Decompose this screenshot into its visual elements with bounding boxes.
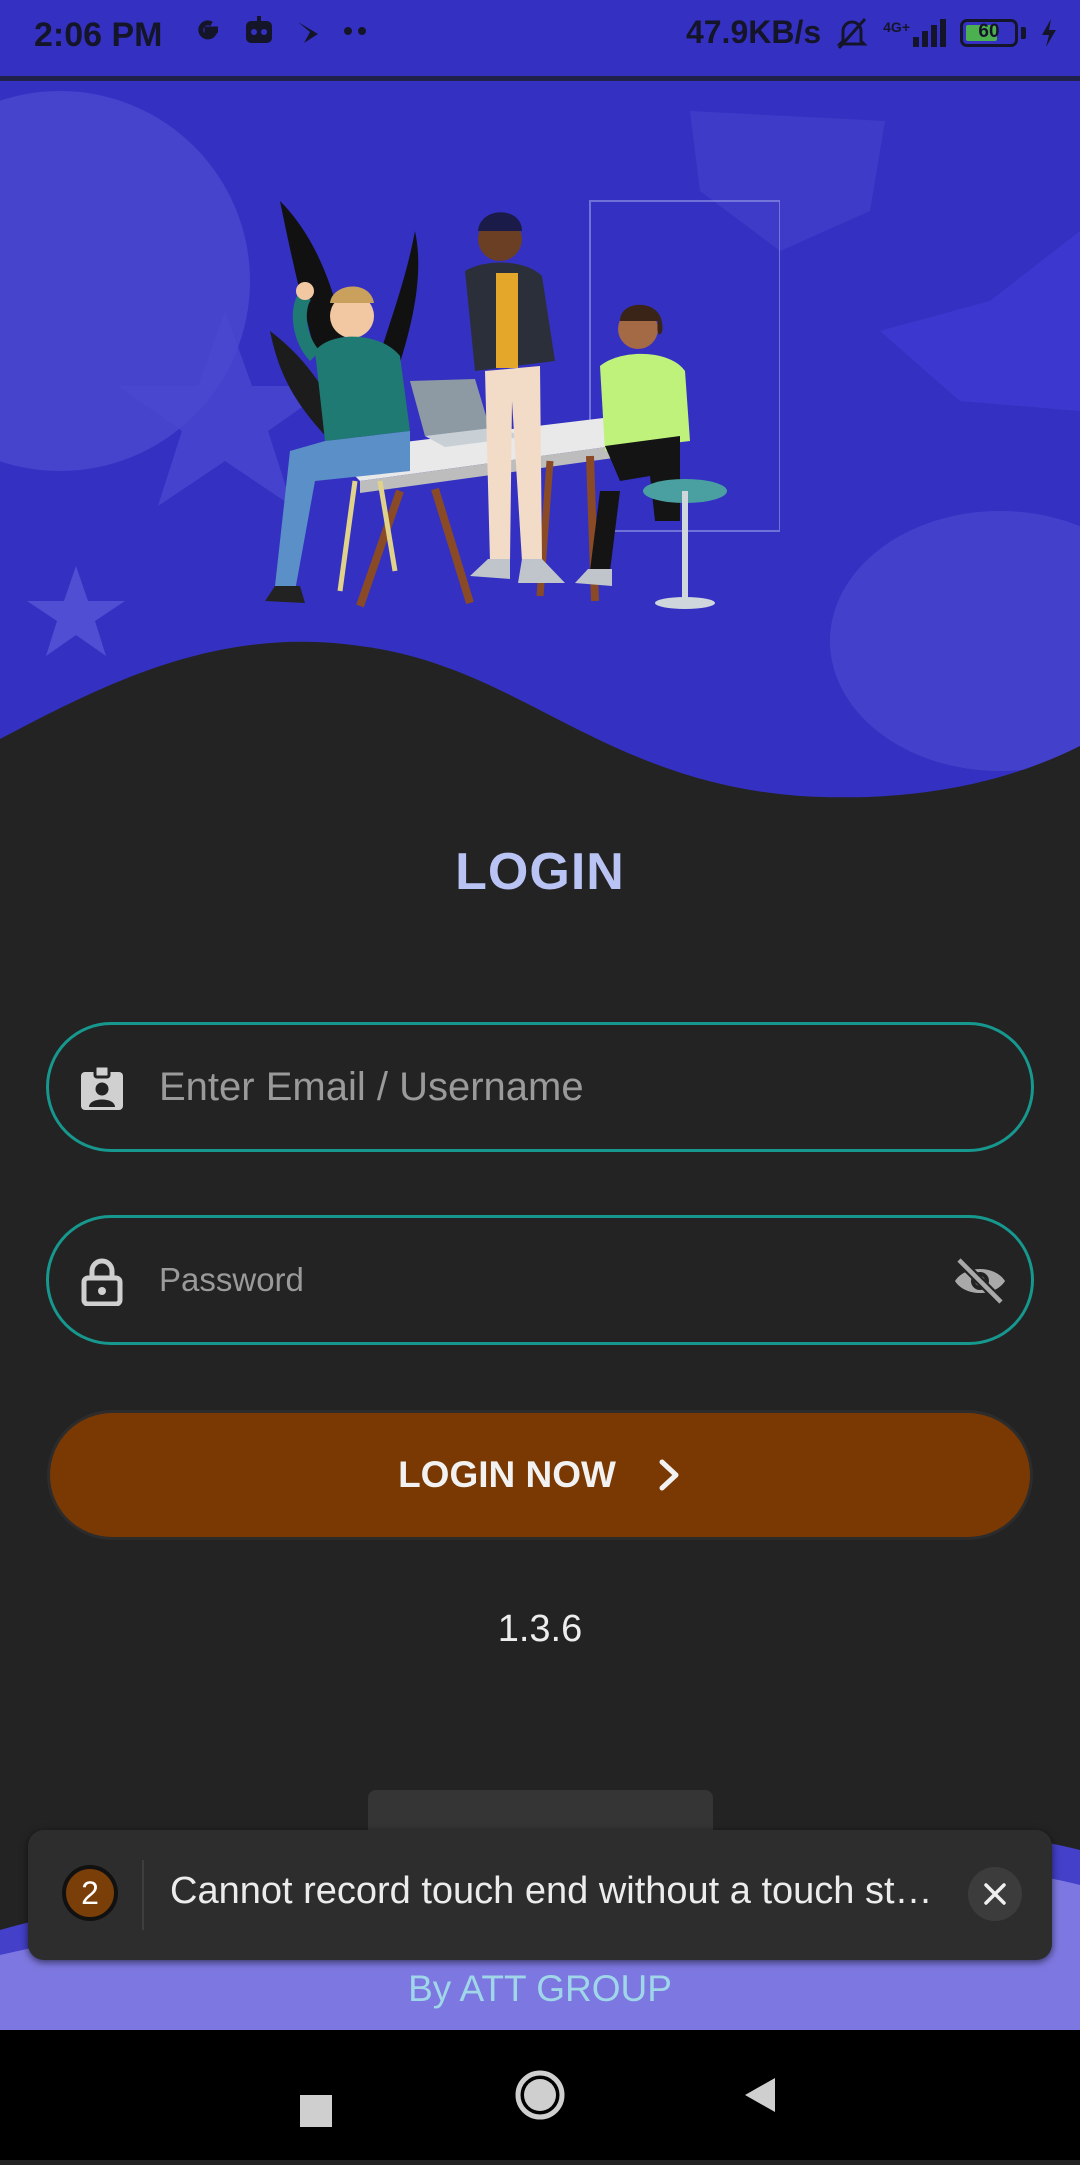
footer-credit: By ATT GROUP bbox=[408, 1968, 672, 2009]
toast-count-badge: 2 bbox=[62, 1865, 118, 1921]
google-icon bbox=[198, 20, 219, 40]
network-speed: 47.9KB/s bbox=[685, 14, 822, 50]
id-badge-icon bbox=[81, 1064, 123, 1110]
ai-assistant-icon bbox=[246, 16, 272, 43]
recents-button[interactable] bbox=[300, 2095, 332, 2127]
home-button[interactable] bbox=[515, 2070, 565, 2120]
hero-banner bbox=[0, 81, 1080, 821]
toast-close-button[interactable] bbox=[968, 1867, 1022, 1921]
status-bar: 2:06 PM 47.9KB/s 4G+ 60 bbox=[0, 0, 1080, 76]
error-toast[interactable]: 2 Cannot record touch end without a touc… bbox=[28, 1830, 1052, 1960]
bell-muted-icon bbox=[836, 17, 868, 49]
network-type: 4G+ bbox=[883, 18, 910, 35]
battery-icon: 60 bbox=[960, 18, 1018, 47]
email-input[interactable] bbox=[157, 1025, 991, 1149]
visibility-off-icon[interactable] bbox=[951, 1252, 1009, 1310]
password-input[interactable] bbox=[157, 1218, 921, 1342]
battery-level: 60 bbox=[978, 20, 1000, 42]
charging-icon bbox=[1042, 18, 1056, 47]
back-button[interactable] bbox=[745, 2078, 775, 2112]
bird-icon bbox=[298, 22, 318, 43]
lock-icon bbox=[81, 1258, 123, 1306]
close-icon bbox=[984, 1883, 1006, 1905]
navigation-bar bbox=[0, 2030, 1080, 2160]
login-now-button[interactable]: LOGIN NOW bbox=[50, 1413, 1030, 1537]
signal-icon: 4G+ bbox=[883, 18, 946, 47]
email-field[interactable] bbox=[46, 1022, 1034, 1152]
more-dots-icon bbox=[344, 27, 366, 35]
chevron-right-icon bbox=[659, 1459, 679, 1491]
app-version: 1.3.6 bbox=[497, 1608, 583, 1650]
status-time: 2:06 PM bbox=[34, 16, 163, 54]
login-now-label: LOGIN NOW bbox=[398, 1454, 616, 1495]
password-field[interactable] bbox=[46, 1215, 1034, 1345]
page-title: LOGIN bbox=[455, 843, 625, 901]
toast-divider bbox=[142, 1860, 144, 1930]
team-illustration bbox=[265, 200, 780, 609]
toast-message: Cannot record touch end without a touch … bbox=[170, 1870, 933, 1912]
